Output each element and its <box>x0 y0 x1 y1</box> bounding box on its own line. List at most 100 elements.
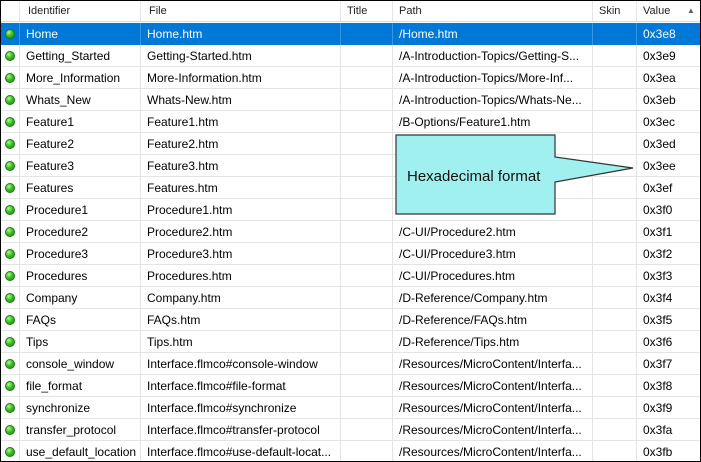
column-header-skin[interactable]: Skin <box>593 1 637 22</box>
table-row[interactable]: More_Information More-Information.htm/A-I… <box>1 67 700 89</box>
table-row[interactable]: Company Company.htm/D-Reference/Company.h… <box>1 287 700 309</box>
value-cell: 0x3f6 <box>643 335 673 349</box>
file-cell: Procedure1.htm <box>141 199 341 221</box>
identifier-cell: Whats_New <box>20 89 141 111</box>
status-ok-icon <box>5 337 15 347</box>
skin-cell <box>593 23 637 45</box>
title-cell <box>341 221 393 243</box>
status-cell <box>1 397 20 419</box>
title-cell <box>341 287 393 309</box>
value-cell: 0x3ef <box>643 181 673 195</box>
value-cell: 0x3ee <box>643 159 676 173</box>
status-ok-icon <box>5 315 15 325</box>
table-row[interactable]: Tips Tips.htm/D-Reference/Tips.htm 0x3f6 <box>1 331 700 353</box>
file-cell: Getting-Started.htm <box>141 45 341 67</box>
status-ok-icon <box>5 425 15 435</box>
table-row[interactable]: transfer_protocol Interface.flmco#transfe… <box>1 419 700 441</box>
table-row[interactable]: Whats_New Whats-New.htm/A-Introduction-To… <box>1 89 700 111</box>
skin-cell <box>593 111 637 133</box>
identifier-cell: Procedure3 <box>20 243 141 265</box>
path-cell: /A-Introduction-Topics/More-Inf... <box>393 67 593 89</box>
identifier-cell: Procedure2 <box>20 221 141 243</box>
table-row[interactable]: console_window Interface.flmco#console-wi… <box>1 353 700 375</box>
column-header-path[interactable]: Path <box>393 1 593 22</box>
status-ok-icon <box>5 381 15 391</box>
status-ok-icon <box>5 95 15 105</box>
identifier-cell: Feature3 <box>20 155 141 177</box>
scroll-up-arrow-icon[interactable]: ▲ <box>684 5 698 17</box>
status-ok-icon <box>5 73 15 83</box>
column-header-status[interactable] <box>1 1 20 22</box>
table-row[interactable]: synchronize Interface.flmco#synchronize/R… <box>1 397 700 419</box>
file-cell: Procedure2.htm <box>141 221 341 243</box>
value-cell: 0x3ea <box>643 71 676 85</box>
title-cell <box>341 243 393 265</box>
status-cell <box>1 353 20 375</box>
table-row[interactable]: Procedures Procedures.htm/C-UI/Procedures… <box>1 265 700 287</box>
status-ok-icon <box>5 161 15 171</box>
title-cell <box>341 397 393 419</box>
file-cell: Company.htm <box>141 287 341 309</box>
value-cell: 0x3e9 <box>643 49 676 63</box>
value-cell: 0x3f1 <box>643 225 673 239</box>
status-ok-icon <box>5 29 15 39</box>
file-cell: Whats-New.htm <box>141 89 341 111</box>
file-cell: Interface.flmco#transfer-protocol <box>141 419 341 441</box>
table-row[interactable]: FAQs FAQs.htm/D-Reference/FAQs.htm 0x3f5 <box>1 309 700 331</box>
file-cell: FAQs.htm <box>141 309 341 331</box>
identifier-cell: Getting_Started <box>20 45 141 67</box>
path-cell: /Resources/MicroContent/Interfa... <box>393 419 593 441</box>
status-ok-icon <box>5 51 15 61</box>
table-row[interactable]: Procedure3 Procedure3.htm/C-UI/Procedure3… <box>1 243 700 265</box>
alias-table-panel: Identifier File Title Path Skin Value ▲ … <box>0 0 701 462</box>
value-cell: 0x3f8 <box>643 379 673 393</box>
file-cell: Interface.flmco#synchronize <box>141 397 341 419</box>
value-cell: 0x3e8 <box>643 27 676 41</box>
value-cell: 0x3f4 <box>643 291 673 305</box>
table-row[interactable]: Getting_Started Getting-Started.htm/A-Int… <box>1 45 700 67</box>
skin-cell <box>593 331 637 353</box>
identifier-cell: transfer_protocol <box>20 419 141 441</box>
status-ok-icon <box>5 359 15 369</box>
status-cell <box>1 133 20 155</box>
title-cell <box>341 199 393 221</box>
skin-cell <box>593 375 637 397</box>
hexadecimal-callout: Hexadecimal format <box>395 134 639 216</box>
value-cell: 0x3f5 <box>643 313 673 327</box>
table-row[interactable]: Procedure2 Procedure2.htm/C-UI/Procedure2… <box>1 221 700 243</box>
path-cell: /D-Reference/Tips.htm <box>393 331 593 353</box>
identifier-cell: Tips <box>20 331 141 353</box>
title-cell <box>341 309 393 331</box>
table-row[interactable]: Home Home.htm/Home.htm 0x3e8 <box>1 23 700 45</box>
status-ok-icon <box>5 117 15 127</box>
title-cell <box>341 23 393 45</box>
skin-cell <box>593 419 637 441</box>
value-cell: 0x3f9 <box>643 401 673 415</box>
column-header-identifier[interactable]: Identifier <box>20 1 141 22</box>
file-cell: Feature2.htm <box>141 133 341 155</box>
status-ok-icon <box>5 227 15 237</box>
table-row[interactable]: file_format Interface.flmco#file-format/R… <box>1 375 700 397</box>
path-cell: /A-Introduction-Topics/Whats-Ne... <box>393 89 593 111</box>
status-cell <box>1 309 20 331</box>
status-ok-icon <box>5 447 15 457</box>
identifier-cell: More_Information <box>20 67 141 89</box>
path-cell: /A-Introduction-Topics/Getting-S... <box>393 45 593 67</box>
status-cell <box>1 331 20 353</box>
file-cell: Interface.flmco#use-default-locat... <box>141 441 341 461</box>
column-header-title[interactable]: Title <box>341 1 393 22</box>
status-cell <box>1 177 20 199</box>
value-cell: 0x3ec <box>643 115 676 129</box>
status-cell <box>1 265 20 287</box>
value-cell: 0x3f2 <box>643 247 673 261</box>
title-cell <box>341 331 393 353</box>
skin-cell <box>593 441 637 461</box>
column-header-file[interactable]: File <box>141 1 341 22</box>
value-cell: 0x3f7 <box>643 357 673 371</box>
skin-cell <box>593 243 637 265</box>
table-row[interactable]: use_default_location Interface.flmco#use-… <box>1 441 700 461</box>
title-cell <box>341 111 393 133</box>
status-ok-icon <box>5 293 15 303</box>
file-cell: Procedure3.htm <box>141 243 341 265</box>
table-row[interactable]: Feature1 Feature1.htm/B-Options/Feature1.… <box>1 111 700 133</box>
